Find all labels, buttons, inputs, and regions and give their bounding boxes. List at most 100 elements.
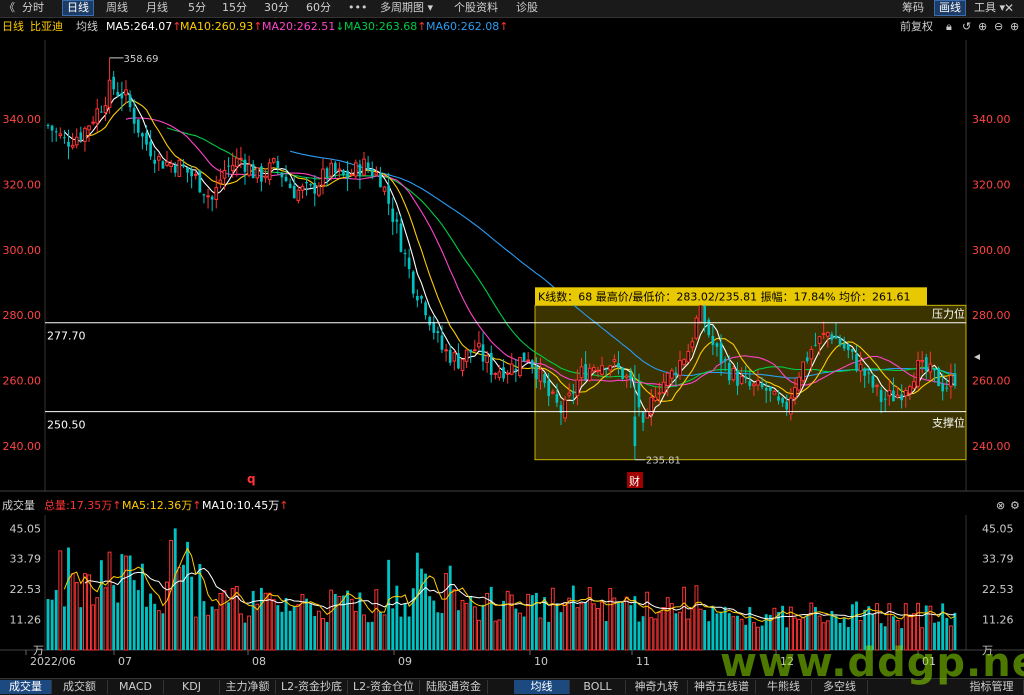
candle-body-up: [653, 396, 658, 401]
back-icon[interactable]: 《: [0, 1, 19, 15]
volume-bar-up: [698, 608, 703, 651]
candle-body-up: [624, 375, 629, 378]
candle-body-up: [592, 367, 596, 372]
volume-bar-down: [370, 621, 374, 650]
candle-body-down: [420, 296, 423, 299]
candle-body-up: [928, 363, 933, 373]
toolbar-right-0[interactable]: 筹码: [898, 1, 928, 15]
tab-4[interactable]: 5分: [184, 1, 210, 15]
price-chart[interactable]: 240.00 240.00 260.00 260.00 280.00 280.00 300.…: [0, 36, 1024, 497]
tab-3[interactable]: 月线: [142, 1, 172, 15]
zoom-in-icon[interactable]: ⊕: [978, 18, 987, 36]
candle-body-down: [428, 316, 432, 326]
indicator-tab-6[interactable]: L2-资金仓位: [348, 680, 420, 694]
indicator-tab-7[interactable]: 陆股通资金: [420, 680, 488, 694]
candle-body-up: [193, 173, 198, 176]
candle-body-up: [300, 185, 305, 191]
candle-body-down: [407, 257, 411, 270]
close-volume-icon[interactable]: ⊗: [996, 497, 1005, 515]
zoom-out-icon[interactable]: ⊖: [994, 18, 1003, 36]
volume-bar-down: [112, 585, 116, 650]
indicator-tab-1[interactable]: 成交额: [52, 680, 108, 694]
candle-body-down: [945, 387, 949, 389]
volume-bar-down: [120, 554, 124, 650]
volume-bar-down: [424, 573, 428, 650]
volume-bar-down: [149, 593, 153, 650]
tab-6[interactable]: 30分: [260, 1, 293, 15]
lock-icon[interactable]: 🔒︎: [946, 18, 952, 36]
support-tag: 支撑位: [932, 416, 965, 430]
candle-body-up: [267, 162, 272, 180]
tab-2[interactable]: 周线: [102, 1, 132, 15]
indicator-tab-10[interactable]: 神奇九转: [626, 680, 688, 694]
candle-body-down: [153, 159, 157, 164]
volume-bar-up: [550, 587, 555, 651]
volume-bar-down: [637, 621, 641, 650]
candle-body-up: [912, 381, 916, 389]
volume-bar-up: [472, 606, 477, 651]
volume-bar-down: [288, 610, 292, 650]
tab-9[interactable]: 多周期图 ▾: [376, 1, 437, 15]
candle-body-down: [436, 331, 440, 333]
candle-body-up: [247, 163, 251, 176]
price-tick-right: 260.00: [972, 375, 1011, 388]
volume-bar-up: [316, 610, 321, 651]
tab-7[interactable]: 60分: [302, 1, 335, 15]
candle-body-up: [337, 168, 342, 171]
volume-bar-up: [485, 592, 490, 651]
candle-body-down: [834, 335, 838, 339]
candle-body-down: [284, 176, 288, 181]
volume-bar-up: [238, 613, 243, 651]
settings-icon[interactable]: ⚙: [1010, 497, 1020, 515]
toolbar-right-1[interactable]: 画线: [934, 0, 966, 16]
candle-body-down: [924, 357, 928, 372]
candle-body-down: [182, 164, 185, 167]
candle-body-down: [424, 302, 427, 316]
candle-body-up: [538, 368, 543, 382]
indicator-tab-8[interactable]: 均线: [514, 680, 570, 694]
close-icon[interactable]: ✕: [1004, 0, 1014, 17]
volume-bar-down: [395, 585, 399, 650]
volume-bar-down: [243, 622, 247, 650]
volume-bar-down: [181, 564, 185, 650]
tab-5[interactable]: 15分: [218, 1, 251, 15]
volume-bar-up: [563, 602, 568, 651]
volume-bar-down: [604, 620, 608, 650]
current-price-pointer: [974, 354, 980, 360]
tab-10[interactable]: 个股资料: [450, 1, 502, 15]
volume-bar-down: [186, 541, 189, 650]
restore-label[interactable]: 前复权: [900, 18, 933, 36]
candle-body-up: [317, 185, 321, 196]
indicator-tab-4[interactable]: 主力净额: [220, 680, 276, 694]
candle-body-up: [587, 367, 592, 381]
indicator-tab-0[interactable]: 成交量: [0, 680, 52, 694]
volume-bar-down: [436, 612, 440, 650]
volume-bar-down: [514, 608, 518, 650]
indicator-tab-5[interactable]: L2-资金抄底: [276, 680, 348, 694]
candle-body-down: [879, 390, 883, 402]
volume-bar-up: [267, 592, 272, 651]
add-icon[interactable]: ⊕: [1010, 18, 1019, 36]
volume-bar-down: [674, 613, 678, 650]
ma-label[interactable]: 均线: [76, 18, 98, 36]
candle-body-down: [703, 305, 706, 324]
volume-bar-down: [584, 602, 588, 650]
resistance-tag: 压力位: [932, 307, 965, 321]
tab-0[interactable]: 分时: [18, 1, 48, 15]
indicator-tab-2[interactable]: MACD: [108, 680, 164, 694]
volume-bar-up: [74, 582, 79, 651]
period-label: 日线: [2, 20, 24, 33]
tab-11[interactable]: 诊股: [512, 1, 542, 15]
volume-bar-down: [276, 605, 280, 650]
price-tick-left: 240.00: [3, 440, 42, 453]
tab-1[interactable]: 日线: [62, 0, 94, 16]
undo-icon[interactable]: ↺: [962, 18, 971, 36]
volume-bar-down: [227, 602, 231, 650]
candle-body-down: [760, 382, 764, 388]
indicator-tab-9[interactable]: BOLL: [570, 680, 626, 694]
ma30-value: MA30:263.68↑: [344, 20, 427, 33]
candle-body-down: [846, 344, 850, 351]
tab-8[interactable]: •••: [344, 1, 371, 15]
volume-bar-up: [374, 589, 379, 651]
indicator-tab-3[interactable]: KDJ: [164, 680, 220, 694]
